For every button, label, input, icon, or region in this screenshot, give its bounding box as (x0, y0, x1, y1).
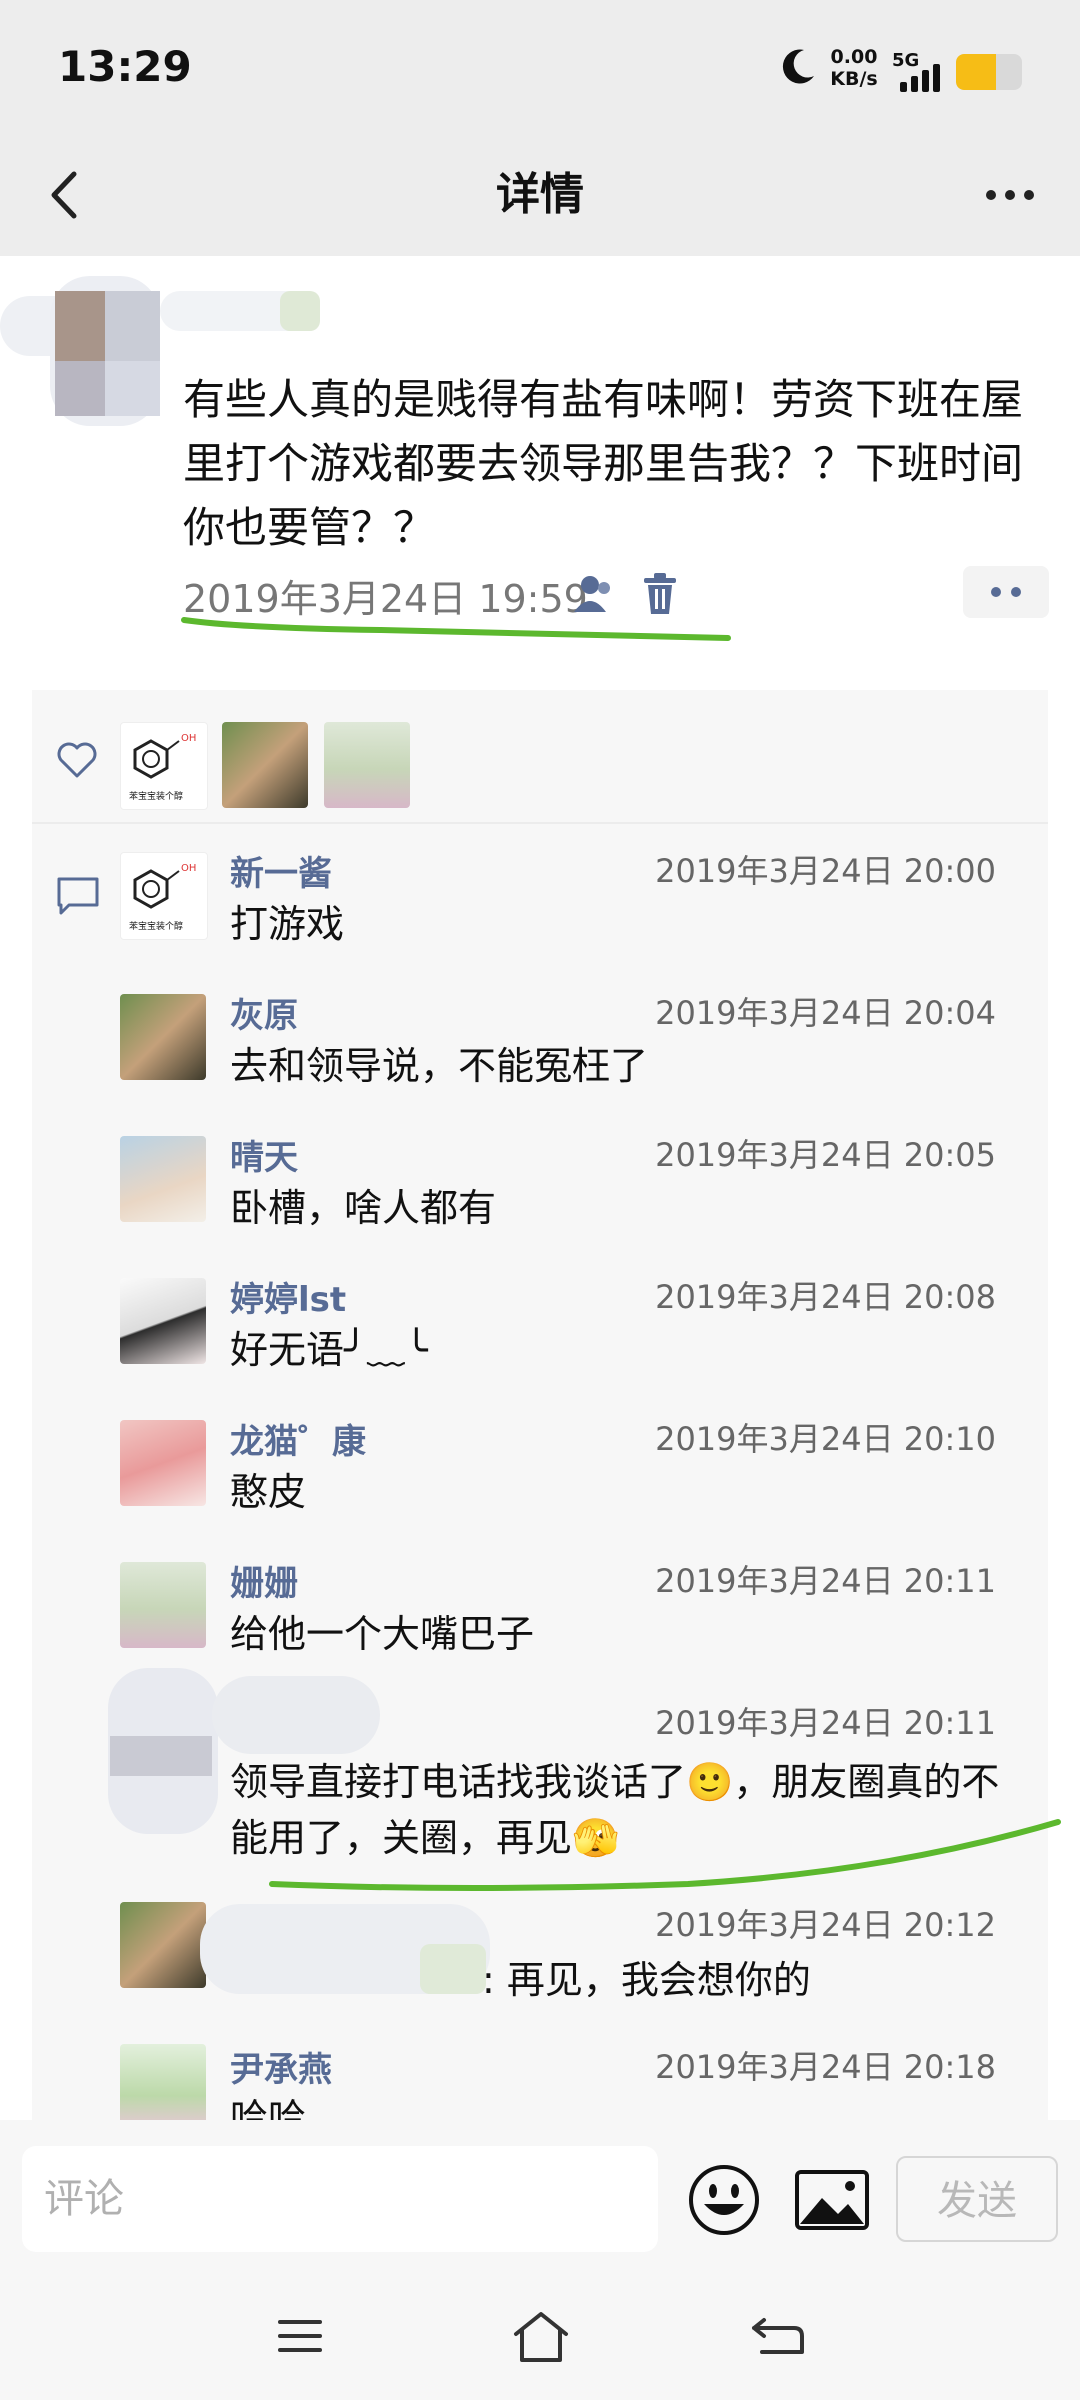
blur-patch (420, 1944, 486, 1994)
comment-time: 2019年3月24日 20:00 (655, 852, 996, 890)
comment-input[interactable]: 评论 (22, 2146, 658, 2252)
comment-avatar[interactable] (120, 1136, 206, 1222)
svg-text:苯宝宝装个醇: 苯宝宝装个醇 (129, 790, 183, 802)
visibility-icon[interactable] (572, 572, 616, 616)
comment-avatar[interactable] (120, 2044, 206, 2130)
post-text: 有些人真的是贱得有盐有味啊！劳资下班在屋里打个游戏都要去领导那里告我？？下班时间… (183, 375, 1024, 552)
comment-icon (57, 877, 99, 915)
comment-text: 哈哈 (230, 2096, 307, 2120)
comment-time: 2019年3月24日 20:08 (655, 1278, 996, 1316)
comment-author[interactable]: 姗姗 (230, 1556, 298, 1605)
home-icon[interactable] (510, 2308, 572, 2364)
comment-time: 2019年3月24日 20:18 (655, 2048, 996, 2086)
heart-icon (57, 742, 97, 778)
back-icon[interactable] (750, 2314, 806, 2358)
comment-text: : 再见，我会想你的 (482, 1958, 811, 2002)
image-icon[interactable] (794, 2168, 870, 2232)
comment-author[interactable]: 新一酱 (230, 846, 332, 895)
page-title: 详情 (496, 169, 584, 220)
status-time: 13:29 (58, 42, 192, 91)
like-avatar[interactable] (222, 722, 308, 808)
comment-text: 给他一个大嘴巴子 (230, 1612, 535, 1656)
comment-text: 打游戏 (230, 902, 345, 946)
net-speed-value: 0.00 (830, 46, 878, 68)
comment-author[interactable]: 晴天 (230, 1130, 298, 1179)
comment-time: 2019年3月24日 20:05 (655, 1136, 996, 1174)
comment-author[interactable]: 婷婷lst (230, 1272, 346, 1321)
comment-time: 2019年3月24日 20:11 (655, 1704, 996, 1742)
comment-text: 憨皮 (230, 1470, 307, 1514)
comment-text: 去和领导说，不能冤枉了 (230, 1044, 649, 1088)
comment-text: 好无语╯﹏╰ (230, 1328, 428, 1372)
chevron-left-icon[interactable] (30, 160, 100, 230)
menu-icon[interactable] (276, 2316, 324, 2356)
comment-text: 卧槽，啥人都有 (230, 1186, 497, 1230)
comment-author[interactable]: 灰原 (230, 988, 298, 1037)
moon-icon (782, 49, 814, 84)
divider (32, 822, 1048, 824)
emoji-icon[interactable] (686, 2162, 762, 2238)
comment-time: 2019年3月24日 20:04 (655, 994, 996, 1032)
comment-avatar[interactable] (120, 1278, 206, 1364)
battery-icon (956, 54, 1022, 90)
comment-author[interactable]: 尹承燕 (230, 2042, 332, 2091)
like-avatar[interactable]: OH 苯宝宝装个醇 (120, 722, 208, 810)
comment-avatar[interactable] (120, 1562, 206, 1648)
comment-avatar[interactable]: OH 苯宝宝装个醇 (120, 852, 208, 940)
more-icon[interactable] (975, 160, 1045, 230)
svg-text:OH: OH (181, 733, 196, 744)
comment-time: 2019年3月24日 20:11 (655, 1562, 996, 1600)
net-speed: 0.00 KB/s (830, 46, 878, 90)
comment-avatar[interactable] (120, 994, 206, 1080)
comment-avatar[interactable] (120, 1420, 206, 1506)
battery-level (956, 54, 996, 90)
post-timestamp: 2019年3月24日 19:59 (183, 577, 588, 621)
svg-text:苯宝宝装个醇: 苯宝宝装个醇 (129, 920, 183, 932)
network-type: 5G (892, 50, 920, 71)
comment-text: 领导直接打电话找我谈话了🙂，朋友圈真的不能用了，关圈，再见🫣 (230, 1760, 1000, 1860)
net-speed-unit: KB/s (830, 68, 878, 90)
comment-time: 2019年3月24日 20:12 (655, 1906, 996, 1944)
comment-time: 2019年3月24日 20:10 (655, 1420, 996, 1458)
svg-text:OH: OH (181, 863, 196, 874)
blur-patch (110, 1736, 212, 1776)
more-dots-icon[interactable] (963, 566, 1049, 618)
send-button[interactable]: 发送 (896, 2156, 1058, 2242)
like-avatar[interactable] (324, 722, 410, 808)
trash-icon[interactable] (640, 572, 680, 616)
comment-avatar[interactable] (120, 1902, 206, 1988)
comment-author[interactable] (212, 1676, 380, 1754)
comment-author[interactable]: 龙猫゜康 (230, 1414, 366, 1463)
